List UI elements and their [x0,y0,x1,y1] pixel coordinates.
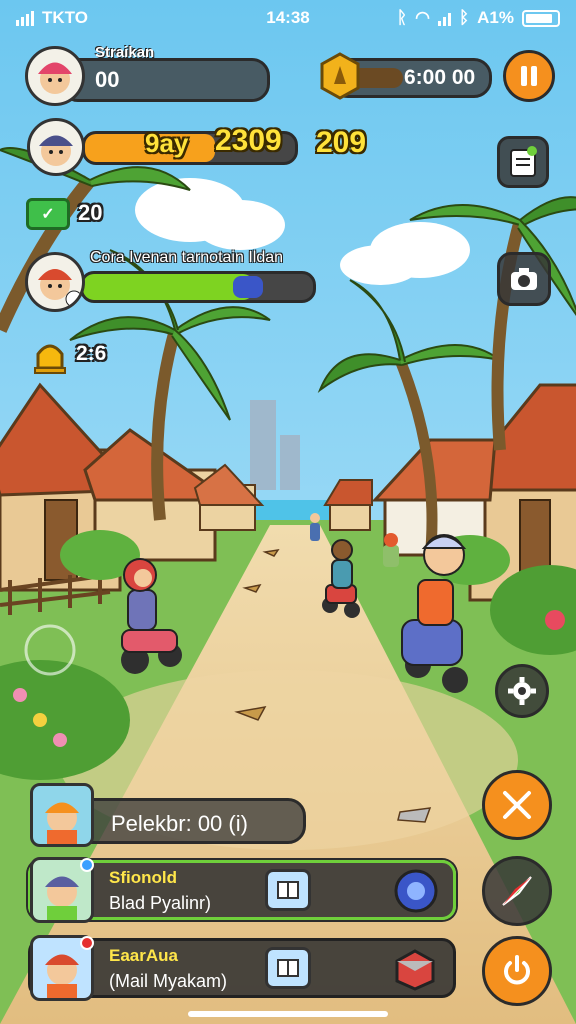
pause-button[interactable] [503,50,555,102]
camera-button[interactable] [497,252,551,306]
bluetooth-icon: ᛒ [458,8,470,27]
task-card-action-button[interactable] [265,869,311,911]
quest-avatar[interactable] [25,252,85,312]
home-indicator[interactable] [188,1011,388,1017]
task-card-title: EaarAua [109,946,178,965]
reward-value: 20 [78,200,103,225]
power-icon [504,955,530,985]
battery-percent: A1% [477,8,514,27]
task-card-badge [80,936,94,950]
pause-icon [521,66,537,86]
ticket-icon: ✓ [26,198,70,230]
player-value: 00 [95,67,120,92]
camera-icon [511,268,537,290]
wifi-icon: ◠ [415,8,430,27]
task-card-subtitle: (Mail Myakam) [109,971,228,991]
progress-value: 2309 [215,124,282,157]
quest-progress-bar [80,271,316,303]
progress-label: 9ay [145,128,189,158]
coin-icon [318,52,362,100]
companion-avatar[interactable] [27,118,85,176]
gear-icon [508,677,536,705]
gem-icon [393,868,439,914]
task-card-title: Sfionold [109,868,177,887]
battery-icon [522,9,560,27]
quest-progress-marker [233,276,263,298]
clipboard-button[interactable] [497,136,549,188]
clipboard-icon [510,146,537,177]
book-icon [277,881,299,899]
power-button[interactable] [482,936,552,1006]
book-icon [277,959,299,977]
tools-button[interactable] [482,770,552,840]
task-card-subtitle: Blad Pyalinr) [109,893,212,913]
progress-value-secondary: 209 [316,126,367,159]
task-card-badge [80,858,94,872]
nfc-icon: ᚱ [396,8,408,27]
quest-progress-fill [83,274,254,300]
bottom-status-panel: Pelekbr: 00 (i) [70,798,306,844]
bell-icon [32,338,68,376]
quest-title: Cora Ivenan tarnotain Ildan [90,249,284,266]
compass-arrow-icon [502,876,532,906]
bottom-status-text: Pelekbr: 00 (i) [111,811,248,836]
player-name: Straikan [95,44,155,61]
player-avatar[interactable] [25,46,85,106]
navigate-button[interactable] [482,856,552,926]
task-card-action-button[interactable] [265,947,311,989]
settings-button[interactable] [495,664,549,718]
bell-value: 2:6 [76,342,107,365]
cell-signal-icon [437,10,451,26]
crate-icon [393,947,437,991]
status-bar: TKTO 14:38 ᚱ ◠ ᛒ A1% [0,0,576,36]
crossed-tools-icon [503,791,531,819]
currency-value: 6:00 00 [404,66,476,89]
player-panel[interactable] [60,58,270,102]
worker-avatar[interactable] [30,783,94,847]
